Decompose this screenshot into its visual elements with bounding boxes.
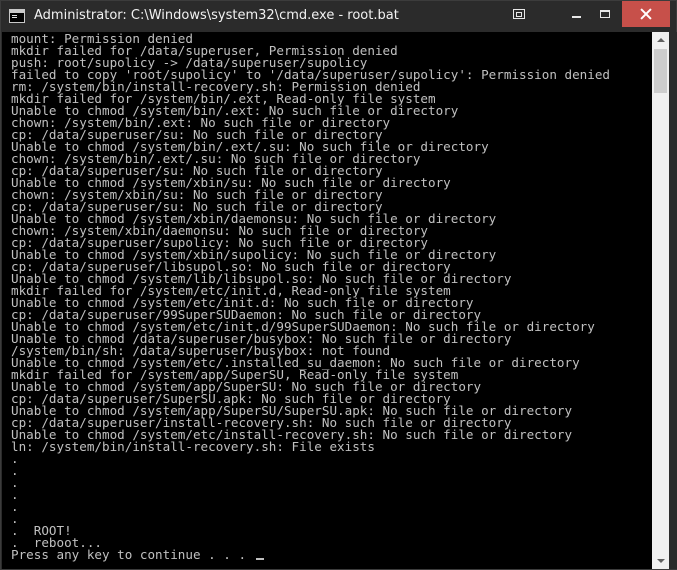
minimize-button[interactable] [561, 1, 591, 27]
window-title: Administrator: C:\Windows\system32\cmd.e… [34, 8, 399, 23]
title-bar[interactable]: Administrator: C:\Windows\system32\cmd.e… [1, 1, 676, 32]
console-line: ln: /system/bin/install-recovery.sh: Fil… [11, 439, 610, 454]
scrollbar-track[interactable] [652, 49, 669, 552]
console-output[interactable]: mount: Permission denied mkdir failed for… [2, 32, 652, 569]
restore-button[interactable] [509, 1, 529, 27]
scroll-down-arrow-icon[interactable] [652, 552, 669, 569]
console-line: . [11, 464, 610, 477]
maximize-icon [600, 10, 610, 18]
console-line: . [11, 488, 610, 501]
console-window: Administrator: C:\Windows\system32\cmd.e… [0, 0, 677, 570]
console-line: . [11, 452, 610, 465]
close-button[interactable] [622, 1, 670, 27]
console-text: mount: Permission denied mkdir failed for… [11, 32, 610, 562]
close-icon [640, 8, 652, 20]
minimize-icon [571, 16, 581, 18]
scrollbar-thumb[interactable] [654, 49, 667, 93]
scroll-up-arrow-icon[interactable] [652, 32, 669, 49]
console-line-text: Press any key to continue . . . [11, 547, 254, 562]
window-border [669, 32, 677, 569]
console-line-text: ln: /system/bin/install-recovery.sh: Fil… [11, 439, 375, 454]
text-cursor [255, 558, 264, 560]
restore-window-icon [513, 9, 525, 19]
console-line: . [11, 476, 610, 489]
console-line: . [11, 512, 610, 525]
maximize-button[interactable] [591, 1, 619, 27]
console-line: . [11, 500, 610, 513]
vertical-scrollbar[interactable] [652, 32, 669, 569]
console-line: Press any key to continue . . . [11, 547, 610, 562]
console-icon[interactable] [9, 9, 25, 23]
